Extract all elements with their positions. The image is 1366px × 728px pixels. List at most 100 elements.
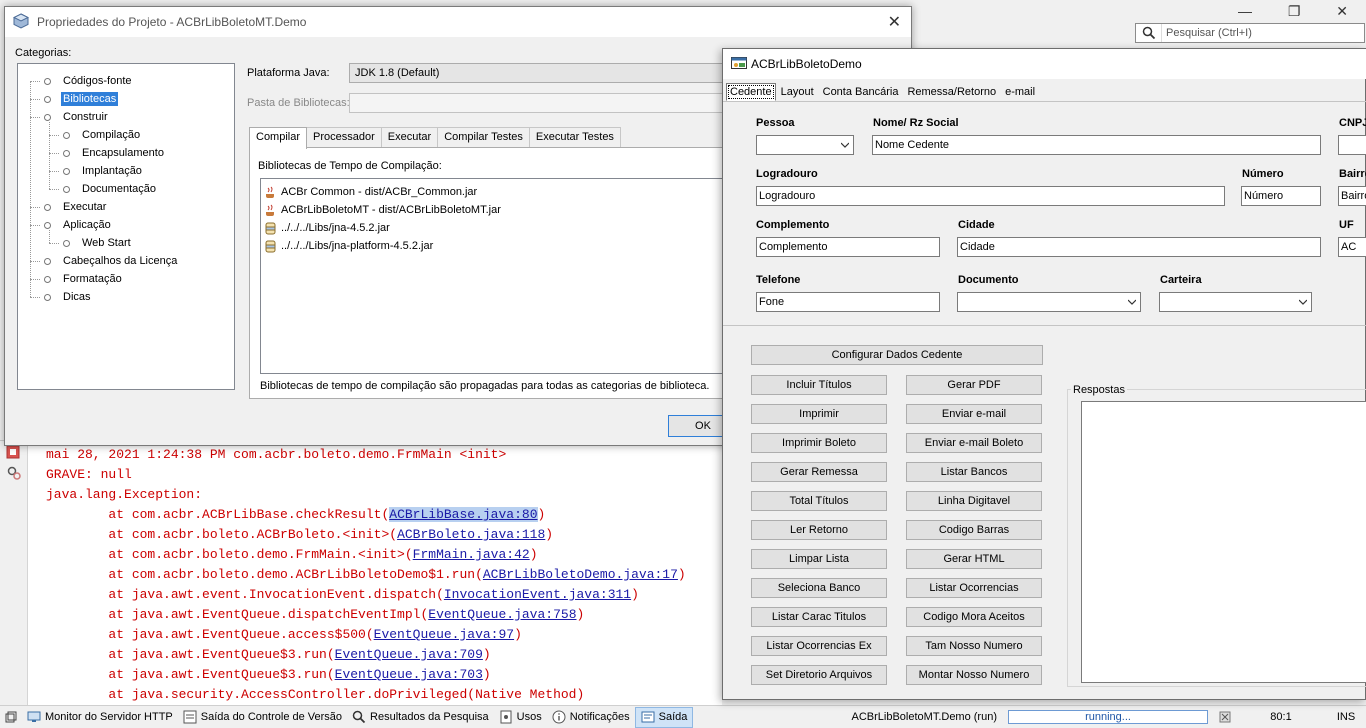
output-gutter	[0, 441, 28, 706]
tab-compilar-testes[interactable]: Compilar Testes	[437, 127, 530, 148]
bairro-input[interactable]: Bairro	[1338, 186, 1366, 206]
source-link[interactable]: InvocationEvent.java:311	[444, 587, 631, 602]
status-tab-saida[interactable]: Saída	[634, 706, 694, 728]
settings-icon[interactable]	[6, 465, 22, 481]
cidade-input[interactable]: Cidade	[957, 237, 1321, 257]
status-tab-monitor-servidor-http[interactable]: Monitor do Servidor HTTP	[22, 707, 178, 728]
search-icon[interactable]	[1136, 24, 1162, 42]
tab-executar[interactable]: Executar	[380, 127, 439, 148]
listar-ocorrencias-ex-button[interactable]: Listar Ocorrencias Ex	[751, 636, 887, 656]
tab-compilar[interactable]: Compilar	[249, 127, 308, 149]
source-link[interactable]: EventQueue.java:703	[335, 667, 483, 682]
pasta-bibliotecas-input[interactable]	[349, 93, 729, 113]
tree-item-cabecalhos-da-licenca[interactable]: Cabeçalhos da Licença	[44, 252, 179, 270]
source-link[interactable]: ACBrBoleto.java:118	[397, 527, 545, 542]
ler-retorno-button[interactable]: Ler Retorno	[751, 520, 887, 540]
gerar-html-button[interactable]: Gerar HTML	[906, 549, 1042, 569]
limpar-lista-button[interactable]: Limpar Lista	[751, 549, 887, 569]
restore-button[interactable]: ❐	[1288, 3, 1301, 20]
set-diretorio-arquivos-button[interactable]: Set Diretorio Arquivos	[751, 665, 887, 685]
lib-item[interactable]: ACBr Common - dist/ACBr_Common.jar	[264, 183, 477, 201]
tree-item-formatacao[interactable]: Formatação	[44, 270, 124, 288]
source-link[interactable]: ACBrLibBase.java:80	[389, 507, 538, 522]
dialog-close-button[interactable]: ✕	[888, 12, 901, 32]
tree-item-construir[interactable]: Construir	[44, 108, 110, 126]
status-tab-label: Resultados da Pesquisa	[370, 711, 489, 723]
tree-item-documentacao[interactable]: Documentação	[63, 180, 158, 198]
categories-tree[interactable]: Códigos-fonte Bibliotecas Construir Compila…	[17, 63, 235, 390]
plataforma-java-select[interactable]: JDK 1.8 (Default)	[349, 63, 729, 83]
tab-conta-bancaria[interactable]: Conta Bancária	[819, 83, 903, 101]
tab-e-mail[interactable]: e-mail	[1001, 83, 1039, 101]
status-tab-notificacoes[interactable]: Notificações	[547, 707, 635, 728]
status-tab-saida-controle-versao[interactable]: Saída do Controle de Versão	[178, 707, 347, 728]
minimize-button[interactable]: —	[1238, 3, 1252, 19]
gerar-pdf-button[interactable]: Gerar PDF	[906, 375, 1042, 395]
tree-item-dicas[interactable]: Dicas	[44, 288, 93, 306]
tam-nosso-numero-button[interactable]: Tam Nosso Numero	[906, 636, 1042, 656]
linha-digitavel-button[interactable]: Linha Digitavel	[906, 491, 1042, 511]
compile-libs-list[interactable]: ACBr Common - dist/ACBr_Common.jar ACBrLi…	[260, 178, 730, 374]
uf-input[interactable]: AC	[1338, 237, 1366, 257]
enviar-e-mail-boleto-button[interactable]: Enviar e-mail Boleto	[906, 433, 1042, 453]
logradouro-input[interactable]: Logradouro	[756, 186, 1225, 206]
tree-item-executar[interactable]: Executar	[44, 198, 108, 216]
tree-item-implantacao[interactable]: Implantação	[63, 162, 144, 180]
tree-item-encapsulamento[interactable]: Encapsulamento	[63, 144, 166, 162]
total-titulos-button[interactable]: Total Títulos	[751, 491, 887, 511]
codigo-barras-button[interactable]: Codigo Barras	[906, 520, 1042, 540]
compile-tabs: Compilar Processador Executar Compilar Test…	[249, 127, 621, 149]
documento-select[interactable]	[957, 292, 1141, 312]
telefone-input[interactable]: Fone	[756, 292, 940, 312]
status-tab-resultados-pesquisa[interactable]: Resultados da Pesquisa	[347, 707, 494, 728]
incluir-titulos-button[interactable]: Incluir Títulos	[751, 375, 887, 395]
codigo-mora-aceitos-button[interactable]: Codigo Mora Aceitos	[906, 607, 1042, 627]
tab-processador[interactable]: Processador	[306, 127, 382, 148]
source-link[interactable]: EventQueue.java:97	[374, 627, 514, 642]
tree-item-bibliotecas[interactable]: Bibliotecas	[44, 90, 119, 108]
imprimir-boleto-button[interactable]: Imprimir Boleto	[751, 433, 887, 453]
listar-carac-titulos-button[interactable]: Listar Carac Titulos	[751, 607, 887, 627]
lib-item[interactable]: ../../../Libs/jna-platform-4.5.2.jar	[264, 237, 433, 255]
tab-layout[interactable]: Layout	[777, 83, 818, 101]
tab-remessa-retorno[interactable]: Remessa/Retorno	[903, 83, 1000, 101]
lib-item[interactable]: ACBrLibBoletoMT - dist/ACBrLibBoletoMT.j…	[264, 201, 501, 219]
numero-input[interactable]: Número	[1241, 186, 1321, 206]
restore-window-icon[interactable]	[0, 707, 22, 728]
enviar-e-mail-button[interactable]: Enviar e-mail	[906, 404, 1042, 424]
tree-item-codigos-fonte[interactable]: Códigos-fonte	[44, 72, 134, 90]
nome-input[interactable]: Nome Cedente	[872, 135, 1321, 155]
stack-frame-text: at java.awt.event.InvocationEvent.dispat…	[46, 587, 444, 602]
tree-item-compilacao[interactable]: Compilação	[63, 126, 142, 144]
source-link[interactable]: EventQueue.java:758	[428, 607, 576, 622]
carteira-select[interactable]	[1159, 292, 1312, 312]
status-tab-usos[interactable]: Usos	[494, 707, 547, 728]
respostas-textarea[interactable]	[1081, 401, 1366, 683]
java-project-icon	[264, 186, 277, 199]
source-link[interactable]: ACBrLibBoletoDemo.java:17	[483, 567, 678, 582]
ide-search-box[interactable]: Pesquisar (Ctrl+I)	[1135, 23, 1365, 43]
imprimir-button[interactable]: Imprimir	[751, 404, 887, 424]
seleciona-banco-button[interactable]: Seleciona Banco	[751, 578, 887, 598]
configurar-dados-cedente-button[interactable]: Configurar Dados Cedente	[751, 345, 1043, 365]
listar-ocorrencias-button[interactable]: Listar Ocorrencias	[906, 578, 1042, 598]
cancel-task-icon[interactable]	[1214, 707, 1236, 728]
tree-item-aplicacao[interactable]: Aplicação	[44, 216, 113, 234]
output-text[interactable]: mai 28, 2021 1:24:38 PM com.acbr.boleto.…	[46, 445, 686, 705]
listar-bancos-button[interactable]: Listar Bancos	[906, 462, 1042, 482]
complemento-input[interactable]: Complemento	[756, 237, 940, 257]
tree-item-web-start[interactable]: Web Start	[63, 234, 133, 252]
pessoa-select[interactable]	[756, 135, 854, 155]
close-button[interactable]: ✕	[1336, 3, 1348, 20]
cnpj-input[interactable]	[1338, 135, 1366, 155]
stack-frame-suffix: )	[482, 647, 491, 662]
lib-item[interactable]: ../../../Libs/jna-4.5.2.jar	[264, 219, 390, 237]
tab-executar-testes[interactable]: Executar Testes	[528, 127, 621, 148]
montar-nosso-numero-button[interactable]: Montar Nosso Numero	[906, 665, 1042, 685]
running-task[interactable]: ACBrLibBoletoMT.Demo (run)	[847, 707, 1003, 728]
tab-cedente[interactable]: Cedente	[726, 83, 776, 101]
source-link[interactable]: EventQueue.java:709	[335, 647, 483, 662]
stop-icon[interactable]	[6, 445, 22, 461]
source-link[interactable]: FrmMain.java:42	[413, 547, 530, 562]
gerar-remessa-button[interactable]: Gerar Remessa	[751, 462, 887, 482]
